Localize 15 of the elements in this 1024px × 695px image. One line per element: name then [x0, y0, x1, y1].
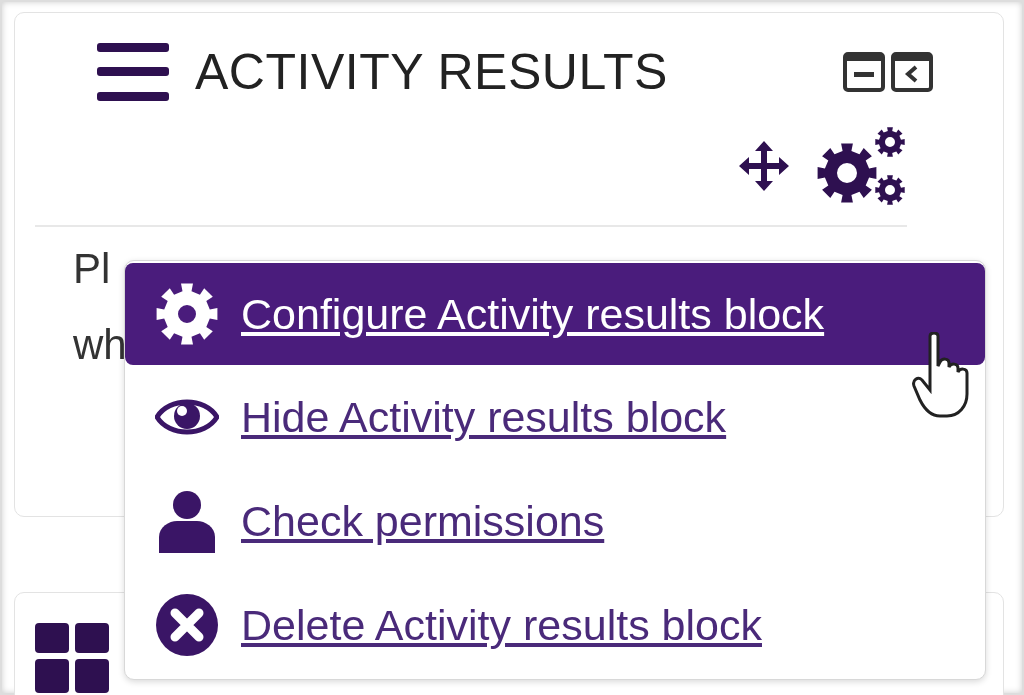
grid-icon [35, 623, 111, 693]
menu-item[interactable]: Configure Activity results block [125, 263, 985, 365]
menu-item[interactable]: Check permissions [125, 469, 985, 573]
minimize-icon[interactable] [843, 52, 885, 92]
dock-icon[interactable] [891, 52, 933, 92]
move-icon[interactable] [739, 141, 789, 191]
body-text: Pl [73, 245, 111, 292]
body-text: wh [73, 321, 127, 368]
gears-icon[interactable] [815, 125, 907, 207]
close-icon [155, 593, 219, 657]
block-title: ACTIVITY RESULTS [195, 47, 668, 97]
settings-icon [155, 282, 219, 346]
menu-item[interactable]: Delete Activity results block [125, 573, 985, 677]
menu-icon[interactable] [97, 43, 169, 101]
menu-item[interactable]: Hide Activity results block [125, 365, 985, 469]
